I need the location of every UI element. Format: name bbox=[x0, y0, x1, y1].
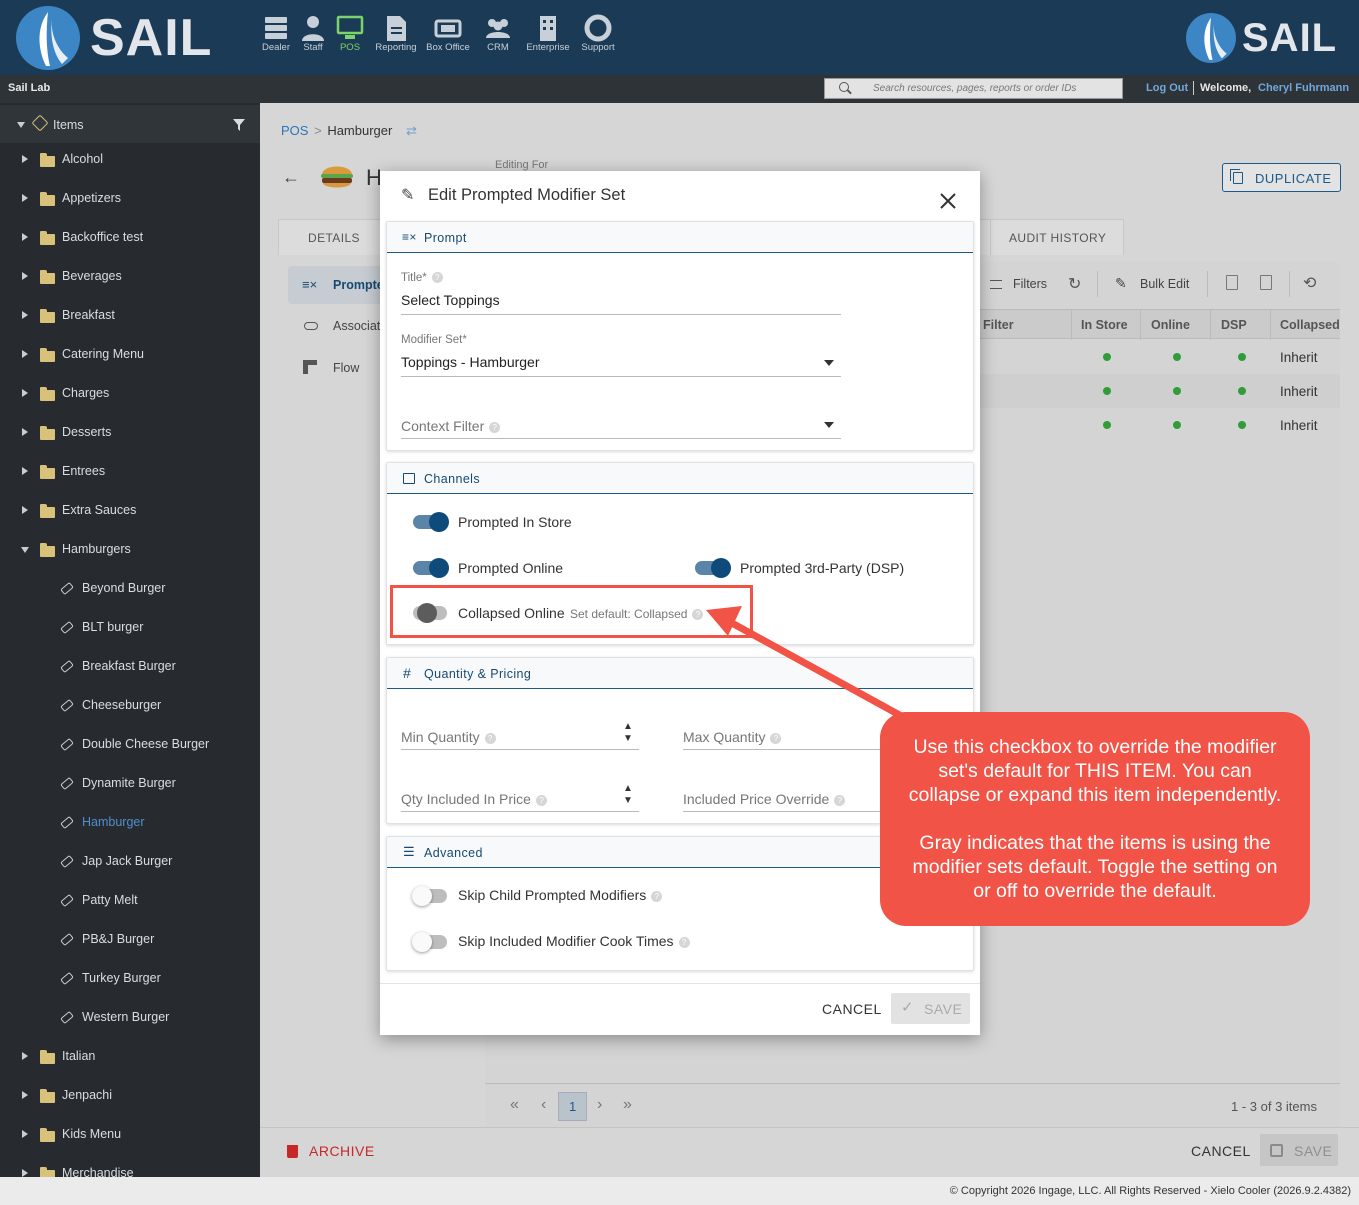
callout-arrow bbox=[706, 606, 907, 722]
callout-text-2: Gray indicates that the items is using t… bbox=[912, 832, 1278, 902]
callout-text-1: Use this checkbox to override the modifi… bbox=[908, 736, 1282, 806]
annotation-callout: Use this checkbox to override the modifi… bbox=[880, 712, 1310, 926]
